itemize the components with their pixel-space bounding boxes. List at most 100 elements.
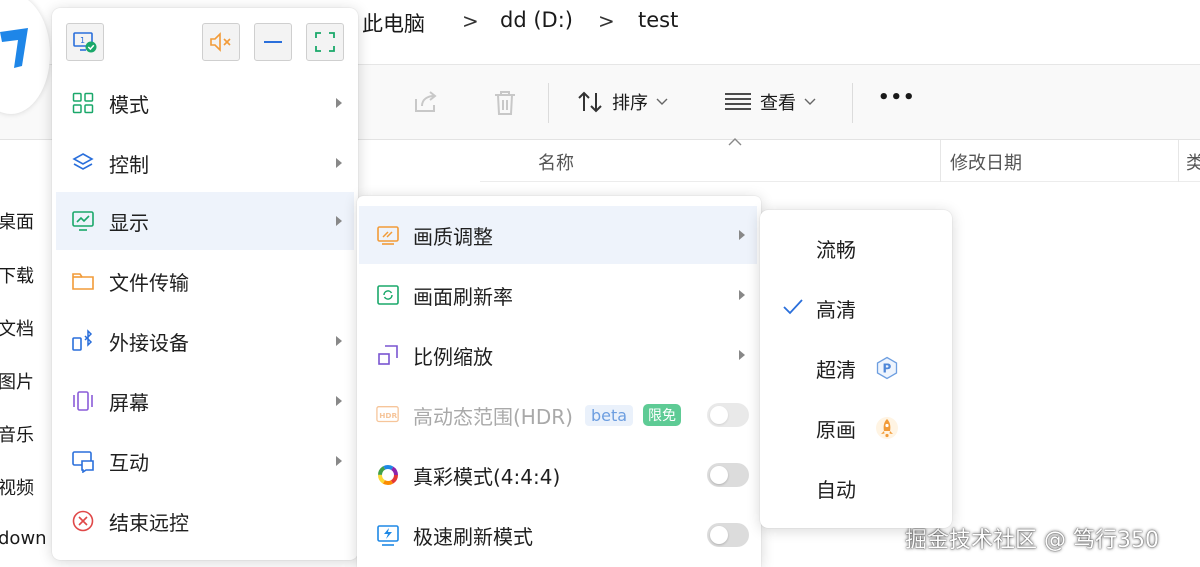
submenu-item-refresh-rate[interactable]: 画面刷新率: [359, 266, 757, 324]
monitor-chart-icon: [71, 209, 95, 233]
checkmark-icon: [783, 299, 803, 315]
submenu-arrow-icon: [336, 98, 342, 108]
submenu-item-fast-refresh[interactable]: 极速刷新模式: [359, 506, 757, 564]
submenu-item-scaling[interactable]: 比例缩放: [359, 326, 757, 384]
menu-item-control[interactable]: 控制: [56, 134, 354, 192]
column-divider[interactable]: [1178, 140, 1179, 182]
quality-icon: [376, 223, 400, 247]
menu-item-interaction[interactable]: 互动: [56, 432, 354, 490]
trash-icon: [495, 91, 515, 115]
column-name[interactable]: 名称: [538, 149, 574, 175]
fullscreen-button[interactable]: [306, 23, 344, 61]
breadcrumb-item-this-pc[interactable]: 此电脑: [362, 8, 425, 38]
menu-item-label: 外接设备: [109, 330, 189, 355]
nav-item-pictures[interactable]: 图片: [0, 368, 34, 394]
breadcrumb-separator: >: [598, 9, 615, 33]
color-wheel-icon: [376, 463, 400, 487]
nav-item-downloads[interactable]: 下载: [0, 262, 34, 288]
nav-item-desktop[interactable]: 桌面: [0, 208, 34, 234]
submenu-arrow-icon: [336, 396, 342, 406]
svg-text:P: P: [883, 362, 892, 376]
quality-option-smooth[interactable]: 流畅: [760, 218, 952, 278]
true-color-toggle[interactable]: [707, 463, 749, 487]
display-submenu: 画质调整 画面刷新率 比例缩放 HDR 高动态范围(HDR) beta 限免 真…: [357, 196, 761, 567]
menu-item-end-remote[interactable]: 结束远控: [56, 492, 354, 550]
breadcrumb-item-drive[interactable]: dd (D:): [500, 8, 573, 32]
refresh-screen-icon: [376, 283, 400, 307]
column-modified[interactable]: 修改日期: [950, 149, 1022, 175]
submenu-item-label: 画质调整: [413, 224, 493, 249]
minimize-button[interactable]: [254, 23, 292, 61]
more-button[interactable]: •••: [878, 87, 916, 108]
submenu-item-true-color[interactable]: 真彩模式(4:4:4): [359, 446, 757, 504]
beta-badge: beta: [584, 404, 634, 426]
menu-item-external-devices[interactable]: 外接设备: [56, 312, 354, 370]
chevron-down-icon: [804, 98, 816, 105]
close-circle-icon: [71, 509, 95, 533]
menu-item-label: 屏幕: [109, 390, 149, 415]
delete-button[interactable]: [492, 89, 518, 117]
quality-option-label: 原画: [816, 418, 856, 442]
menu-item-display[interactable]: 显示: [56, 192, 354, 250]
quality-option-hd[interactable]: 高清: [760, 278, 952, 338]
share-button[interactable]: [412, 89, 440, 115]
submenu-item-label: 极速刷新模式: [413, 524, 533, 549]
menu-item-label: 模式: [109, 92, 149, 117]
menu-item-label: 控制: [109, 152, 149, 177]
screen-select-button[interactable]: 1: [66, 23, 104, 61]
folder-icon: [71, 269, 95, 293]
fast-refresh-toggle[interactable]: [707, 523, 749, 547]
menu-item-screen[interactable]: 屏幕: [56, 372, 354, 430]
menu-item-label: 互动: [109, 450, 149, 475]
toolbar-divider: [548, 83, 549, 123]
sort-label: 排序: [612, 93, 648, 114]
quality-option-label: 流畅: [816, 238, 856, 262]
submenu-item-label: 比例缩放: [413, 344, 493, 369]
submenu-arrow-icon: [739, 230, 745, 240]
mute-button[interactable]: [202, 23, 240, 61]
fullscreen-icon: [315, 32, 335, 52]
submenu-arrow-icon: [336, 456, 342, 466]
quality-option-label: 超清: [816, 358, 856, 382]
breadcrumb-item-folder[interactable]: test: [638, 8, 678, 32]
menu-item-file-transfer[interactable]: 文件传输: [56, 252, 354, 310]
sort-asc-icon: [728, 138, 742, 146]
column-type[interactable]: 类: [1186, 149, 1200, 175]
nav-item-music[interactable]: 音乐: [0, 421, 34, 447]
submenu-arrow-icon: [739, 290, 745, 300]
submenu-item-quality[interactable]: 画质调整: [359, 206, 757, 264]
scale-icon: [376, 343, 400, 367]
quality-option-label: 自动: [816, 478, 856, 502]
svg-text:1: 1: [80, 36, 85, 45]
quality-option-original[interactable]: 原画: [760, 398, 952, 458]
submenu-item-label: 真彩模式(4:4:4): [413, 464, 561, 489]
quality-submenu: 流畅 高清 超清 P 原画 自动: [760, 210, 952, 528]
hdr-toggle[interactable]: [707, 403, 749, 427]
view-button[interactable]: 查看: [724, 89, 816, 115]
submenu-arrow-icon: [336, 158, 342, 168]
nav-item-down[interactable]: down: [0, 528, 47, 549]
share-icon: [415, 91, 437, 112]
column-divider[interactable]: [940, 140, 941, 182]
bluetooth-device-icon: [71, 329, 95, 353]
file-column-header: 名称 修改日期 类: [480, 138, 1200, 182]
submenu-item-hdr[interactable]: HDR 高动态范围(HDR) beta 限免: [359, 386, 757, 444]
fast-refresh-icon: [376, 523, 400, 547]
submenu-item-label: 画面刷新率: [413, 284, 513, 309]
toolbar-divider: [852, 83, 853, 123]
menu-item-mode[interactable]: 模式: [56, 74, 354, 132]
grid-icon: [71, 91, 95, 115]
submenu-item-label: 高动态范围(HDR): [413, 404, 573, 429]
svg-text:HDR: HDR: [379, 411, 397, 420]
sort-button[interactable]: 排序: [576, 89, 668, 115]
nav-item-videos[interactable]: 视频: [0, 474, 34, 500]
remote-control-menu: 1 模式 控制 显示 文件传输 外接设备 屏幕 互动 结束远控: [52, 8, 358, 560]
p-badge-icon: P: [876, 356, 898, 380]
monitor-check-icon: 1: [73, 32, 97, 53]
submenu-arrow-icon: [739, 350, 745, 360]
nav-item-documents[interactable]: 文档: [0, 315, 34, 341]
quality-option-ultra-hd[interactable]: 超清 P: [760, 338, 952, 398]
quality-option-auto[interactable]: 自动: [760, 458, 952, 518]
minimize-icon: [264, 41, 282, 43]
rocket-badge-icon: [876, 417, 898, 439]
